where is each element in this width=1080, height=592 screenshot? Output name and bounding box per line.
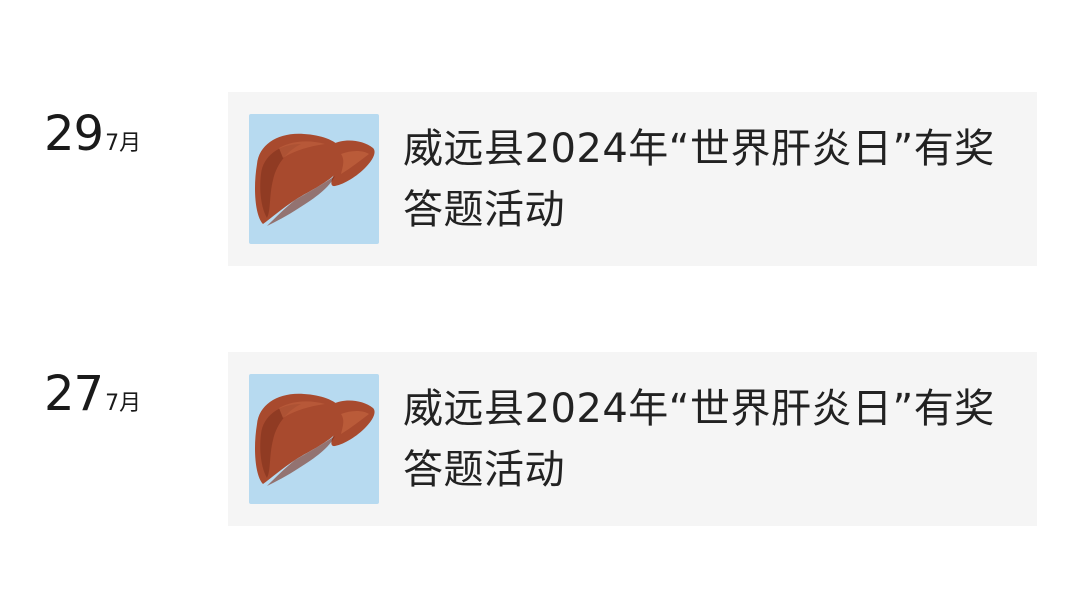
article-feed: 29 7月 威远县2024年“世界肝炎日”有奖答题活动 27 7月 威远县202…	[0, 0, 1080, 592]
feed-entry: 27 7月 威远县2024年“世界肝炎日”有奖答题活动	[0, 352, 1080, 527]
date-label: 29 7月	[44, 106, 141, 166]
date-day: 29	[44, 106, 104, 162]
liver-icon	[255, 393, 375, 486]
feed-entry: 29 7月 威远县2024年“世界肝炎日”有奖答题活动	[0, 92, 1080, 267]
article-card[interactable]: 威远县2024年“世界肝炎日”有奖答题活动	[228, 92, 1037, 266]
date-day: 27	[44, 366, 104, 422]
article-thumbnail	[249, 374, 379, 504]
date-label: 27 7月	[44, 366, 141, 426]
liver-icon	[255, 133, 375, 226]
article-title[interactable]: 威远县2024年“世界肝炎日”有奖答题活动	[403, 379, 1013, 501]
article-card[interactable]: 威远县2024年“世界肝炎日”有奖答题活动	[228, 352, 1037, 526]
date-month: 7月	[105, 131, 142, 156]
article-thumbnail	[249, 114, 379, 244]
date-month: 7月	[105, 391, 142, 416]
article-title[interactable]: 威远县2024年“世界肝炎日”有奖答题活动	[403, 119, 1013, 241]
